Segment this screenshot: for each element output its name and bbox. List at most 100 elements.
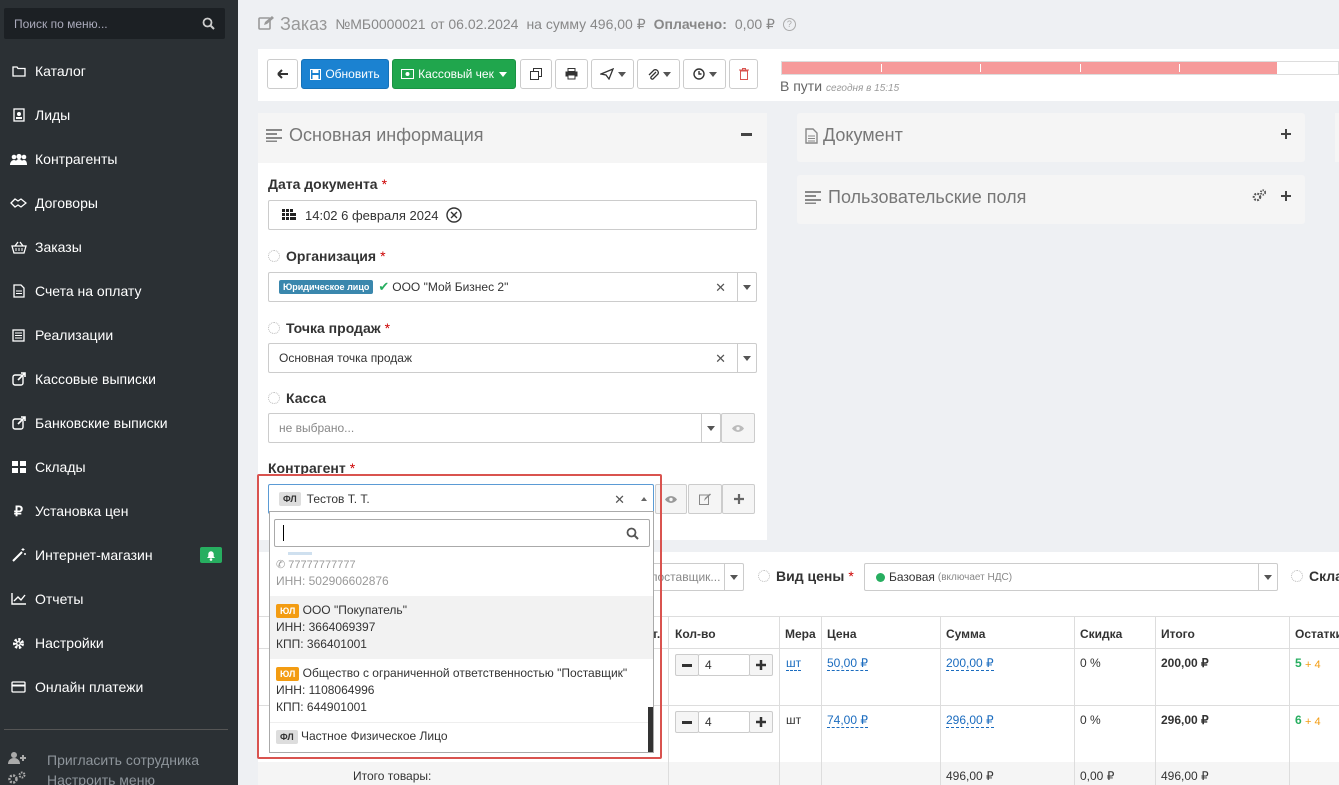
sidebar-item-leads[interactable]: Лиды xyxy=(0,93,238,137)
sidebar-item-reports[interactable]: Отчеты xyxy=(0,577,238,621)
col-header-price[interactable]: Цена xyxy=(827,627,857,641)
table-col-divider xyxy=(1289,616,1290,785)
eye-icon xyxy=(665,495,677,503)
eye-icon xyxy=(732,424,744,432)
sidebar-item-orders[interactable]: Заказы xyxy=(0,225,238,269)
clear-x-icon[interactable]: ✕ xyxy=(715,280,726,296)
chart-icon xyxy=(10,592,27,606)
caret-down-icon xyxy=(617,71,626,77)
gear-icon xyxy=(10,636,27,650)
sidebar-item-bank-statements[interactable]: Банковские выписки xyxy=(0,401,238,445)
sidebar-item-sales[interactable]: Реализации xyxy=(0,313,238,357)
caret-down-icon[interactable] xyxy=(707,426,715,431)
kassa-placeholder: не выбрано... xyxy=(279,421,355,435)
price-type-value: Базовая xyxy=(889,570,935,584)
dropdown-option[interactable]: ФЛ Частное Физическое Лицо xyxy=(276,729,448,744)
col-header-total[interactable]: Итого xyxy=(1161,627,1195,641)
page-title: Заказ xyxy=(280,13,328,34)
col-header-sum[interactable]: Сумма xyxy=(946,627,985,641)
sidebar-item-online-shop[interactable]: Интернет-магазин xyxy=(0,533,238,577)
configure-menu-link[interactable]: Настроить меню xyxy=(8,771,238,785)
price-type-select[interactable]: Базовая (включает НДС) xyxy=(864,563,1278,591)
contractor-view-button[interactable] xyxy=(655,484,687,514)
col-header-qty[interactable]: Кол-во xyxy=(675,627,716,641)
contractor-add-button[interactable] xyxy=(722,484,755,514)
sidebar-item-warehouses[interactable]: Склады xyxy=(0,445,238,489)
paid-value: 0,00 ₽ xyxy=(734,15,775,32)
sidebar-item-pricing[interactable]: ₽ Установка цен xyxy=(0,489,238,533)
stock-incoming: + 4 xyxy=(1305,716,1321,728)
kassa-select[interactable]: не выбрано... xyxy=(268,413,721,443)
contractor-search-input[interactable] xyxy=(274,519,650,547)
contractor-select[interactable]: ФЛ Тестов Т. Т. ✕ xyxy=(268,484,654,514)
caret-down-icon xyxy=(708,71,717,77)
sidebar-item-catalog[interactable]: Каталог xyxy=(0,49,238,93)
qty-input[interactable]: 4 xyxy=(698,711,750,733)
sidebar-item-label: Склады xyxy=(35,459,86,475)
invite-employee-link[interactable]: Пригласить сотрудника xyxy=(8,751,238,768)
option-kpp: КПП: 644901001 xyxy=(276,700,367,714)
cogs-icon[interactable] xyxy=(1252,189,1266,202)
col-header-unit[interactable]: Мера xyxy=(785,627,816,641)
col-header-discount[interactable]: Скидка xyxy=(1080,627,1122,641)
sidebar-item-settings[interactable]: Настройки xyxy=(0,621,238,665)
contractor-edit-button[interactable] xyxy=(688,484,722,514)
qty-increment-button[interactable] xyxy=(749,711,773,733)
send-button[interactable] xyxy=(591,59,634,89)
print-button[interactable] xyxy=(555,59,588,89)
kassa-view-button[interactable] xyxy=(721,413,755,443)
kassa-label-text: Касса xyxy=(286,390,327,406)
status-time: сегодня в 15:15 xyxy=(826,83,900,94)
delete-button[interactable] xyxy=(729,59,758,89)
doc-date-input[interactable]: 14:02 6 февраля 2024 xyxy=(268,200,757,230)
sidebar-item-contracts[interactable]: Договоры xyxy=(0,181,238,225)
caret-down-icon[interactable] xyxy=(743,285,751,290)
clear-circle-icon[interactable] xyxy=(446,207,463,223)
history-button[interactable] xyxy=(683,59,726,89)
sidebar-item-contractors[interactable]: Контрагенты xyxy=(0,137,238,181)
qty-input[interactable]: 4 xyxy=(698,654,750,676)
menu-search-input[interactable]: Поиск по меню... xyxy=(4,8,225,39)
caret-down-icon[interactable] xyxy=(743,356,751,361)
partial-badge xyxy=(288,552,312,555)
select-divider xyxy=(737,344,738,372)
required-asterisk: * xyxy=(384,320,391,336)
sidebar-item-online-payments[interactable]: Онлайн платежи xyxy=(0,665,238,709)
dropdown-option[interactable]: ЮЛ ООО "Покупатель" xyxy=(276,603,407,618)
col-header-stock[interactable]: Остатки xyxy=(1295,627,1339,641)
sidebar-item-invoices[interactable]: Счета на оплату xyxy=(0,269,238,313)
sum-link[interactable]: 200,00 ₽ xyxy=(946,656,994,671)
document-title-wrap: Документ xyxy=(805,125,903,146)
receipt-button[interactable]: Кассовый чек xyxy=(392,59,516,89)
collapse-minus-icon[interactable] xyxy=(741,133,752,136)
attach-button[interactable] xyxy=(637,59,680,89)
point-select[interactable]: Основная точка продаж ✕ xyxy=(268,343,757,373)
clear-x-icon[interactable]: ✕ xyxy=(614,492,625,508)
price-link[interactable]: 50,00 ₽ xyxy=(827,656,868,671)
refresh-button[interactable]: Обновить xyxy=(301,59,389,89)
status-progress-bar[interactable] xyxy=(781,61,1339,75)
expand-plus-icon[interactable] xyxy=(1281,191,1291,201)
expand-plus-icon[interactable] xyxy=(1281,129,1291,139)
price-link[interactable]: 74,00 ₽ xyxy=(827,713,868,728)
qty-decrement-button[interactable] xyxy=(675,654,699,676)
text-cursor xyxy=(283,525,284,541)
qty-decrement-button[interactable] xyxy=(675,711,699,733)
dropdown-scrollbar-thumb[interactable] xyxy=(648,707,653,752)
caret-down-icon[interactable] xyxy=(1264,575,1272,580)
sum-link[interactable]: 296,00 ₽ xyxy=(946,713,994,728)
org-select[interactable]: Юридическое лицо ✔ ООО "Мой Бизнес 2" ✕ xyxy=(268,272,757,302)
dropdown-option[interactable]: ЮЛ Общество с ограниченной ответственнос… xyxy=(276,666,627,681)
copy-button[interactable] xyxy=(520,59,552,89)
unit-link[interactable]: шт xyxy=(786,656,802,671)
supplier-select[interactable]: поставщик... xyxy=(640,563,744,591)
notification-badge xyxy=(200,547,222,563)
caret-down-icon[interactable] xyxy=(730,575,738,580)
qty-increment-button[interactable] xyxy=(749,654,773,676)
caret-up-icon[interactable] xyxy=(641,497,647,501)
contact-icon xyxy=(10,108,27,122)
back-button[interactable] xyxy=(267,59,298,89)
sidebar-item-cash-statements[interactable]: Кассовые выписки xyxy=(0,357,238,401)
help-icon[interactable]: ? xyxy=(782,17,796,31)
clear-x-icon[interactable]: ✕ xyxy=(715,351,726,367)
